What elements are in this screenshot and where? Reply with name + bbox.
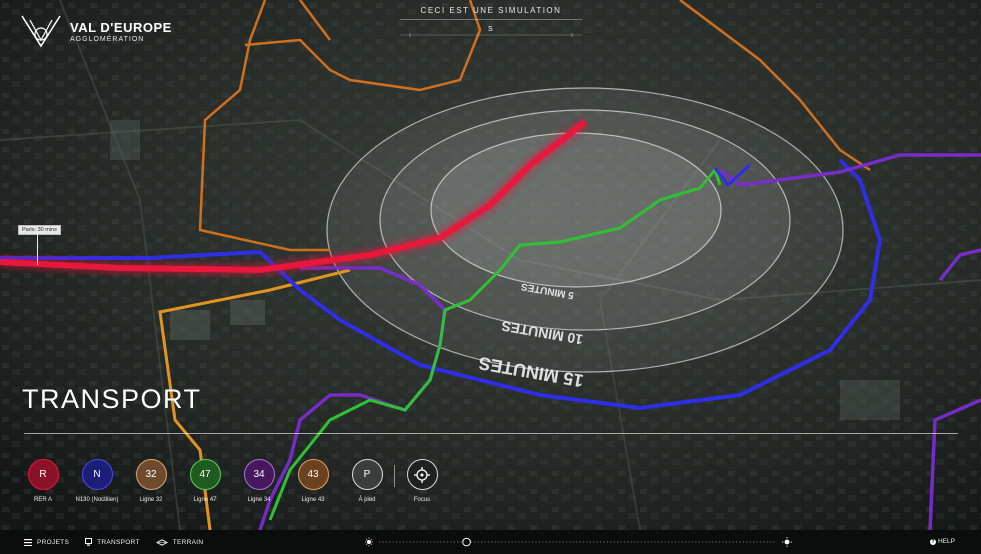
line-badge-walk: P: [351, 459, 383, 490]
section-title: TRANSPORT: [22, 384, 202, 414]
line-code: 32: [145, 469, 157, 480]
simulation-label: CECI EST UNE SIMULATION: [420, 6, 562, 15]
line-toggle-47[interactable]: 47 Ligne 47: [178, 459, 232, 503]
line-badge-34: 34: [243, 459, 275, 490]
line-label: À pied: [358, 497, 376, 503]
line-badge-rer-a: R: [27, 459, 59, 490]
focus-button[interactable]: Focus: [395, 459, 449, 503]
line-label: Ligne 43: [301, 497, 325, 503]
sun-high-icon: [782, 537, 792, 547]
terrain-icon: [155, 538, 168, 546]
nav-projets[interactable]: PROJETS: [24, 538, 70, 546]
sun-low-icon: [365, 537, 373, 547]
nav-transport[interactable]: TRANSPORT: [85, 538, 140, 546]
line-label: Ligne 34: [247, 497, 271, 503]
bottom-nav-bar: PROJETS TRANSPORT TERRAIN ? HELP: [0, 530, 981, 554]
simulation-banner: CECI EST UNE SIMULATION: [400, 6, 582, 20]
transport-line-selector: R RER A N N130 (Noctilien) 32 Ligne 32 4…: [16, 459, 449, 503]
paris-callout: Paris: 30 mins: [18, 225, 61, 235]
line-label: Focus: [413, 497, 431, 503]
line-code: R: [39, 469, 47, 480]
line-badge-n130: N: [81, 459, 113, 490]
slider-thumb[interactable]: [462, 537, 471, 547]
line-toggle-rer-a[interactable]: R RER A: [16, 459, 70, 503]
line-badge-32: 32: [135, 459, 167, 490]
line-badge-43: 43: [297, 459, 329, 490]
focus-badge: [406, 459, 438, 490]
line-code: P: [363, 469, 371, 480]
line-label: N130 (Noctilien): [75, 497, 119, 503]
nav-label: PROJETS: [37, 538, 70, 546]
compass-bar[interactable]: S: [400, 26, 582, 37]
brand-title: VAL D'EUROPE: [70, 19, 172, 35]
line-toggle-walk[interactable]: P À pied: [340, 459, 394, 503]
line-label: Ligne 47: [193, 497, 217, 503]
help-icon: ?: [930, 538, 937, 545]
line-toggle-n130[interactable]: N N130 (Noctilien): [70, 459, 124, 503]
line-code: N: [93, 469, 101, 480]
line-code: 47: [199, 469, 211, 480]
help-button[interactable]: ? HELP: [930, 538, 955, 545]
time-slider[interactable]: [365, 537, 792, 547]
line-toggle-43[interactable]: 43 Ligne 43: [286, 459, 340, 503]
line-code: 43: [307, 469, 319, 480]
transport-map[interactable]: 5 MINUTES 10 MINUTES 15 MINUTES: [0, 0, 981, 530]
line-code: 34: [253, 469, 265, 480]
logo-mark-icon: [21, 15, 61, 48]
brand-logo[interactable]: VAL D'EUROPE AGGLOMÉRATION: [20, 14, 172, 48]
isochrone-rings: [326, 87, 844, 373]
line-label: RER A: [33, 497, 52, 503]
nav-terrain[interactable]: TERRAIN: [155, 538, 204, 546]
paris-callout-line: [37, 233, 38, 265]
crosshair-icon: [414, 466, 430, 483]
nav-label: TERRAIN: [172, 538, 204, 546]
help-label: HELP: [938, 538, 955, 545]
nav-label: TRANSPORT: [97, 538, 140, 546]
section-divider: [24, 433, 958, 434]
simulation-divider: [400, 19, 582, 20]
brand-subtitle: AGGLOMÉRATION: [70, 35, 145, 43]
line-toggle-34[interactable]: 34 Ligne 34: [232, 459, 286, 503]
menu-icon: [24, 538, 32, 546]
line-label: Ligne 32: [139, 497, 163, 503]
compass-direction: S: [488, 26, 493, 33]
screen-icon: [85, 538, 93, 546]
line-badge-47: 47: [189, 459, 221, 490]
line-toggle-32[interactable]: 32 Ligne 32: [124, 459, 178, 503]
